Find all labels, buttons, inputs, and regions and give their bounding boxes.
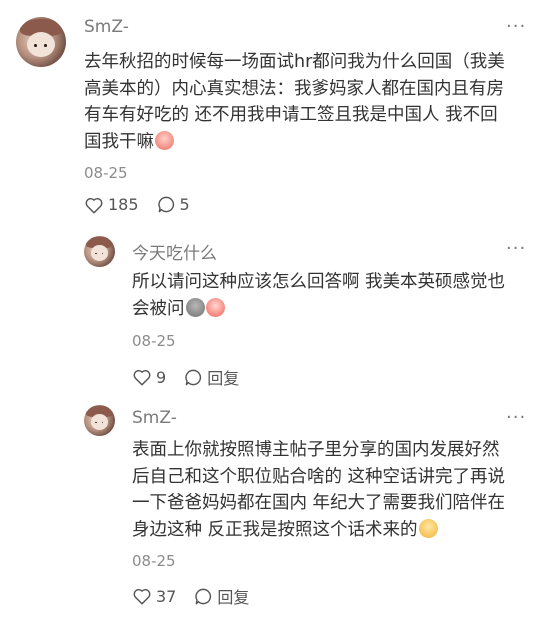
heart-icon	[133, 369, 151, 386]
comment-username[interactable]: SmZ-	[132, 408, 177, 428]
comment-text-line: 会被问	[132, 296, 542, 323]
more-options-icon[interactable]: ···	[506, 16, 526, 37]
comment-text-line: 有车有好吃的 还不用我申请工签且我是中国人 我不回	[84, 105, 498, 125]
avatar-eye	[95, 421, 97, 424]
smile-face-icon	[418, 518, 438, 538]
avatar[interactable]	[84, 405, 115, 436]
blush-face-icon	[155, 130, 174, 150]
reply-button[interactable]: 回复	[184, 365, 239, 389]
comment-text-line: 高美本的）内心真实想法：我爹妈家人都在国内且有房	[84, 78, 504, 99]
comment-text-line-end: 国我干嘛	[84, 131, 154, 152]
like-button[interactable]: 37	[132, 587, 176, 606]
avatar[interactable]	[84, 236, 115, 267]
comment-text-line-end: 会被问	[132, 298, 185, 319]
comment-username[interactable]: 今天吃什么	[132, 239, 217, 264]
comment-text-line: 一下爸爸妈妈都在国内 年纪大了需要我们陪伴在	[132, 493, 506, 513]
comment-text-line: 身边这种 反正我是按照这个话术来的	[132, 517, 542, 544]
heart-icon	[85, 197, 103, 214]
gray-face-icon	[185, 297, 205, 317]
comment-text: 所以请问这种应该怎么回答啊 我美本英硕感觉也 会被问	[132, 269, 542, 322]
avatar-face	[27, 32, 55, 57]
comment-text-line: 所以请问这种应该怎么回答啊 我美本英硕感觉也	[132, 272, 506, 292]
like-count: 9	[156, 367, 167, 387]
reply-count-button[interactable]: 5	[157, 195, 190, 214]
avatar-eye	[101, 252, 104, 255]
comment-date: 08-25	[132, 552, 176, 570]
avatar-eye	[101, 421, 104, 424]
avatar-eye	[95, 252, 97, 255]
comment-text: 表面上你就按照博主帖子里分享的国内发展好然 后自己和这个职位贴合啥的 这种空话讲…	[132, 437, 542, 543]
comment-date: 08-25	[84, 164, 128, 182]
like-button[interactable]: 9	[132, 368, 166, 387]
comment-bubble-icon	[185, 369, 202, 385]
comment-text-line: 后自己和这个职位贴合啥的 这种空话讲完了再说	[132, 466, 506, 487]
comment-text-line-end: 身边这种 反正我是按照这个话术来的	[132, 519, 418, 540]
crying-face-icon	[205, 297, 225, 317]
comment-actions: 185 5	[84, 195, 208, 214]
comment-text: 去年秋招的时候每一场面试hr都问我为什么回国（我美 高美本的）内心真实想法：我爹…	[84, 49, 544, 155]
avatar-face	[90, 414, 109, 430]
comment-actions: 37 回复	[132, 584, 267, 608]
like-count: 185	[108, 195, 139, 214]
more-options-icon[interactable]: ···	[506, 407, 526, 428]
comment-text-line: 表面上你就按照博主帖子里分享的国内发展好然	[132, 440, 500, 460]
comment-username[interactable]: SmZ-	[84, 17, 129, 37]
reply-button[interactable]: 回复	[194, 584, 249, 608]
reply-label: 回复	[217, 588, 250, 607]
avatar[interactable]	[16, 17, 66, 67]
comment-actions: 9 回复	[132, 365, 257, 389]
comment-bubble-icon	[195, 588, 212, 604]
comment-bubble-icon	[157, 196, 174, 213]
avatar-face	[90, 245, 109, 261]
heart-icon	[133, 588, 151, 605]
like-count: 37	[156, 586, 177, 606]
avatar-eye	[34, 44, 37, 47]
reply-label: 回复	[207, 369, 240, 388]
comment-text-line: 国我干嘛	[84, 129, 544, 156]
like-button[interactable]: 185	[84, 195, 139, 214]
more-options-icon[interactable]: ···	[506, 238, 526, 259]
avatar-eye	[44, 44, 48, 47]
reply-count: 5	[179, 195, 190, 214]
comment-text-line: 去年秋招的时候每一场面试hr都问我为什么回国（我美	[84, 52, 505, 72]
comment-date: 08-25	[132, 332, 176, 350]
